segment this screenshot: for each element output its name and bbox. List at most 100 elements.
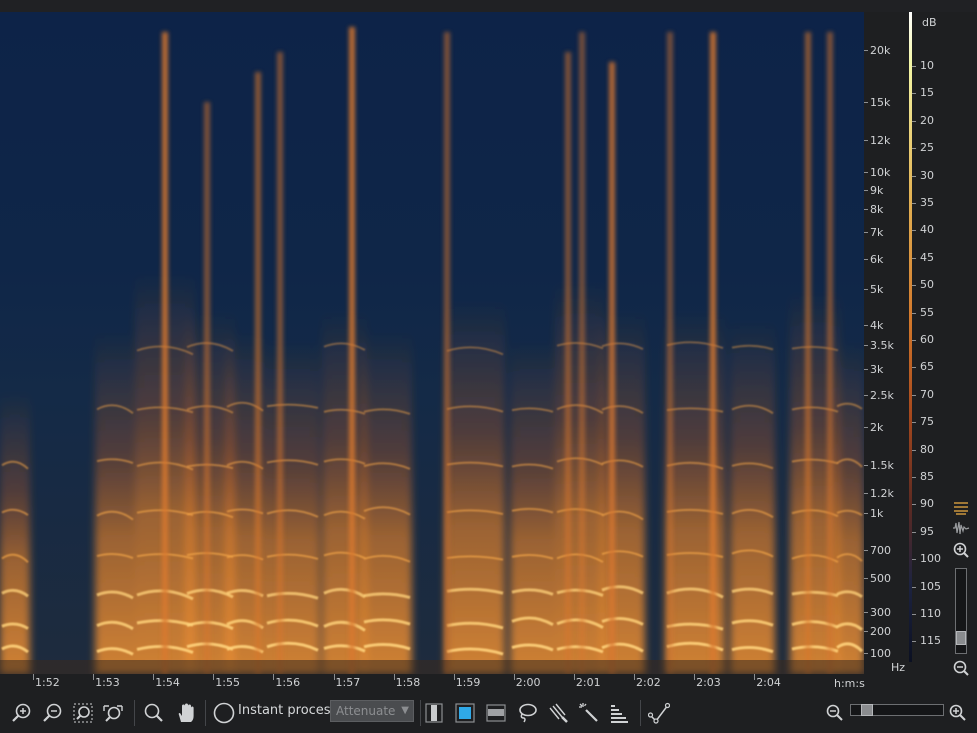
vertical-zoom-thumb[interactable] — [956, 631, 966, 645]
spectrogram-image — [0, 27, 864, 674]
time-tick-label: 2:02 — [636, 676, 661, 689]
bottom-toolbar: Instant process Attenuate ▼ — [0, 692, 977, 733]
frequency-tick — [864, 50, 868, 51]
db-tick-label: 80 — [920, 442, 934, 456]
time-tick — [513, 674, 515, 680]
db-tick-label: 25 — [920, 141, 934, 155]
frequency-tick-label: 6k — [870, 253, 884, 266]
vertical-zoom-slider[interactable] — [955, 568, 967, 654]
frequency-tick — [864, 493, 868, 494]
instant-process-label[interactable]: Instant process — [238, 703, 337, 718]
frequency-tick — [864, 172, 868, 173]
db-tick-label: 10 — [920, 59, 934, 72]
toolbar-separator — [134, 700, 135, 726]
time-tick-label: 2:00 — [515, 676, 541, 689]
db-tick — [912, 203, 916, 204]
db-tick — [912, 175, 916, 177]
db-tick-label: 85 — [920, 470, 934, 483]
db-color-bar — [909, 12, 912, 662]
magic-wand-icon[interactable] — [576, 700, 602, 726]
frequency-tick-label: 3k — [870, 363, 884, 376]
time-tick — [213, 674, 215, 680]
time-selection-icon[interactable] — [421, 700, 447, 726]
spectrogram-icon[interactable] — [950, 498, 972, 518]
frequency-selection-icon[interactable] — [483, 700, 509, 726]
vertical-zoom-in-icon[interactable] — [950, 540, 972, 560]
time-tick-label: 2:01 — [575, 676, 601, 689]
spectrogram-display[interactable] — [0, 12, 864, 674]
lasso-icon[interactable] — [514, 700, 540, 726]
frequency-tick — [864, 631, 868, 632]
db-tick — [912, 230, 916, 232]
time-tick — [754, 674, 756, 680]
magnify-icon[interactable] — [141, 700, 167, 726]
harmonics-icon[interactable] — [606, 700, 632, 726]
toolbar-separator — [640, 700, 641, 726]
time-tick — [573, 674, 575, 680]
horizontal-zoom-thumb[interactable] — [861, 704, 873, 716]
time-frequency-selection-icon[interactable] — [452, 700, 478, 726]
time-tick — [694, 674, 696, 680]
zoom-selection-icon[interactable] — [70, 700, 96, 726]
frequency-tick-label: 1k — [870, 507, 884, 520]
db-tick-label: 75 — [920, 415, 934, 429]
db-tick-label: 105 — [920, 579, 941, 593]
frequency-tick-label: 500 — [870, 572, 891, 585]
db-tick-label: 90 — [920, 497, 934, 511]
frequency-tick-label: 5k — [870, 283, 884, 296]
instant-process-mode-select[interactable]: Attenuate ▼ — [330, 700, 414, 722]
time-tick-label: 1:53 — [95, 676, 120, 689]
waveform-icon[interactable] — [950, 518, 972, 538]
db-tick — [912, 449, 916, 451]
horizontal-zoom-in-icon[interactable] — [945, 700, 971, 726]
frequency-tick — [864, 325, 868, 326]
time-tick-label: 1:57 — [335, 676, 361, 689]
time-tick — [453, 674, 455, 680]
db-tick-label: 45 — [920, 250, 934, 264]
db-tick — [912, 312, 916, 314]
frequency-tick-label: 8k — [870, 203, 884, 216]
time-tick-label: 1:55 — [215, 676, 240, 689]
db-color-scale: dB 10 15 20 25 30 35 40 45 50 55 60 65 70 75 80 85 90 95 10… — [908, 12, 944, 662]
db-tick — [912, 422, 916, 424]
frequency-tick — [864, 578, 868, 579]
time-tick-label: 1:59 — [455, 676, 481, 689]
frequency-tick — [864, 465, 868, 466]
db-tick — [912, 614, 916, 615]
frequency-tick — [864, 209, 868, 210]
frequency-tick-label: 2.5k — [870, 389, 894, 402]
db-unit-label: dB — [922, 16, 937, 29]
frequency-tick-label: 3.5k — [870, 339, 894, 352]
frequency-tick — [864, 259, 868, 260]
db-tick — [912, 504, 916, 506]
frequency-tick — [864, 612, 868, 613]
frequency-tick-label: 7k — [870, 226, 884, 239]
instant-process-toggle[interactable] — [211, 700, 237, 726]
horizontal-zoom-slider[interactable] — [850, 704, 944, 716]
brush-icon[interactable] — [545, 700, 571, 726]
frequency-tick-label: 100 — [870, 647, 891, 660]
frequency-tick — [864, 427, 868, 428]
zoom-out-icon[interactable] — [40, 700, 66, 726]
frequency-tick-label: 10k — [870, 166, 891, 179]
hand-icon[interactable] — [173, 700, 199, 726]
frequency-tick-label: 1.5k — [870, 459, 894, 472]
vertical-zoom-out-icon[interactable] — [950, 658, 972, 678]
db-tick-label: 55 — [920, 305, 934, 319]
time-tick-label: 2:03 — [696, 676, 721, 689]
db-tick-label: 110 — [920, 607, 941, 620]
time-tick — [93, 674, 95, 680]
horizontal-zoom-out-icon[interactable] — [822, 700, 848, 726]
db-tick — [912, 531, 916, 533]
zoom-fit-icon[interactable] — [100, 700, 126, 726]
dropdown-arrow-icon: ▼ — [401, 705, 409, 716]
db-tick — [912, 559, 916, 561]
frequency-tick — [864, 289, 868, 290]
frequency-tick — [864, 232, 868, 233]
check-path-icon[interactable] — [646, 700, 672, 726]
frequency-axis: 20k 15k 12k 10k 9k 8k 7k 6k 5k 4k 3.5k 3k 2.5k 2k 1.5k… — [864, 12, 908, 674]
zoom-in-icon[interactable] — [9, 700, 35, 726]
time-tick-label: 1:52 — [35, 676, 60, 689]
frequency-tick-label: 15k — [870, 96, 891, 109]
db-tick — [912, 257, 916, 259]
